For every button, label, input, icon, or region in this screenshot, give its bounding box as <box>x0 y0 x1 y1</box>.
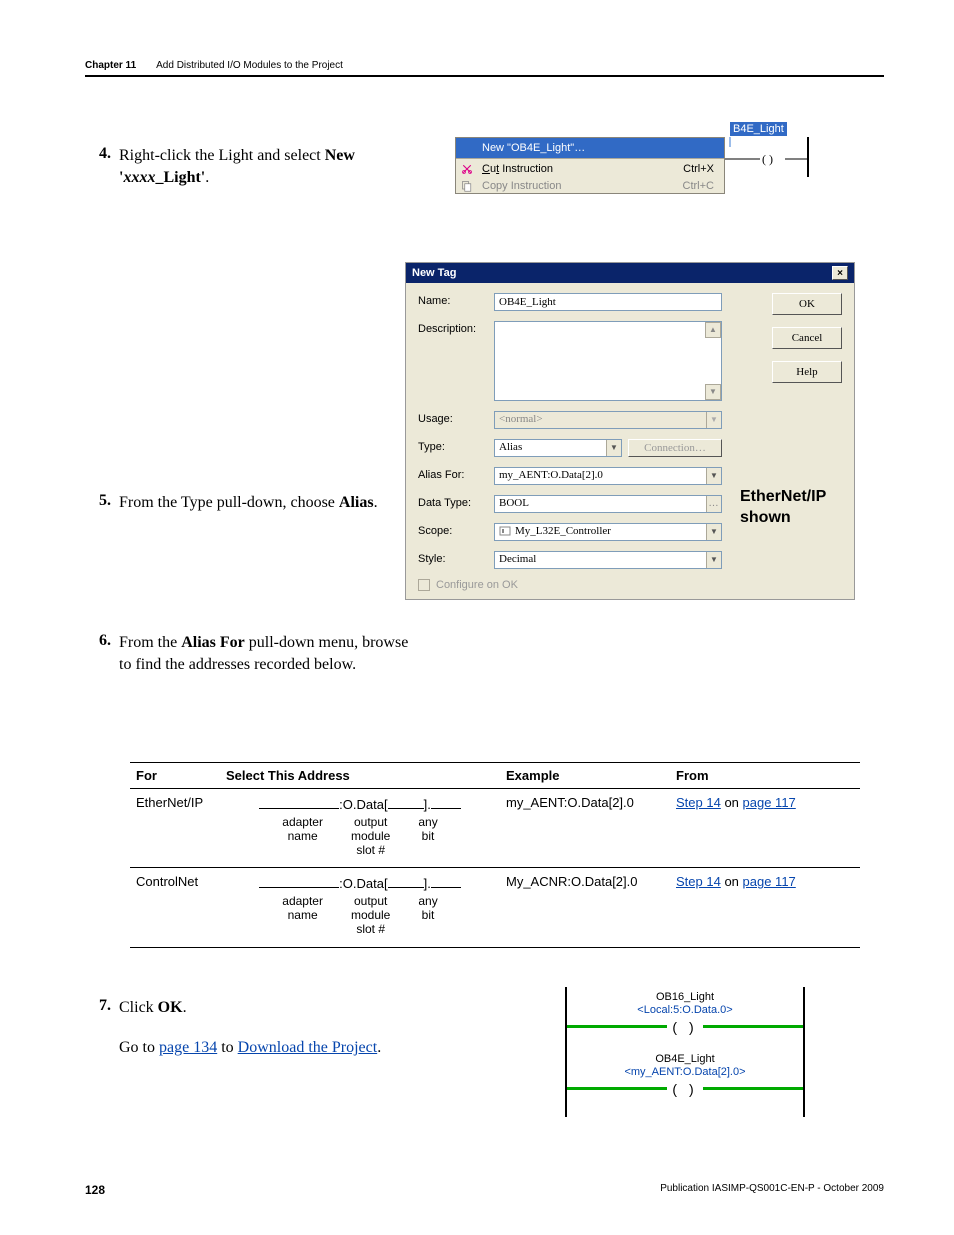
scroll-up-icon: ▲ <box>705 322 721 338</box>
cell-example: my_AENT:O.Data[2].0 <box>500 789 670 868</box>
step-link[interactable]: Step 14 <box>676 874 721 889</box>
ellipsis-icon[interactable]: … <box>706 496 721 512</box>
coil-icon <box>667 1081 703 1095</box>
datatype-field[interactable]: BOOL … <box>494 495 722 513</box>
step-link[interactable]: Step 14 <box>676 795 721 810</box>
usage-label: Usage: <box>418 411 494 425</box>
cell-for: ControlNet <box>130 868 220 947</box>
connection-button: Connection… <box>628 439 722 457</box>
new-tag-dialog: New Tag × OK Cancel Help Name: Descripti… <box>405 262 855 600</box>
checkbox-icon <box>418 579 430 591</box>
chevron-down-icon[interactable]: ▼ <box>706 524 721 540</box>
download-link[interactable]: Download the Project <box>238 1039 378 1056</box>
coil-icon <box>667 1019 703 1033</box>
header-rule <box>85 75 884 77</box>
page-link[interactable]: page 117 <box>743 874 796 889</box>
scope-label: Scope: <box>418 523 494 537</box>
controller-icon <box>499 525 511 537</box>
type-label: Type: <box>418 439 494 453</box>
chevron-down-icon[interactable]: ▼ <box>606 440 621 456</box>
usage-select: <normal>▼ <box>494 411 722 429</box>
col-from: From <box>670 763 860 789</box>
help-button[interactable]: Help <box>772 361 842 383</box>
menu-copy[interactable]: Copy Instruction Ctrl+C <box>456 179 724 193</box>
scope-select[interactable]: My_L32E_Controller ▼ <box>494 523 722 541</box>
close-icon[interactable]: × <box>832 266 848 280</box>
context-menu: New "OB4E_Light"… Cut Instruction Ctrl+X… <box>455 137 725 194</box>
ladder-diagram: OB16_Light <Local:5:O.Data.0> OB4E_Light… <box>565 987 805 1117</box>
datatype-label: Data Type: <box>418 495 494 509</box>
menu-cut[interactable]: Cut Instruction Ctrl+X <box>456 159 724 179</box>
style-select[interactable]: Decimal▼ <box>494 551 722 569</box>
table-row: EtherNet/IP :O.Data[]. adaptername outpu… <box>130 789 860 868</box>
step-6-text: From the Alias For pull-down menu, brows… <box>119 632 419 675</box>
step-5-text: From the Type pull-down, choose Alias. <box>119 492 378 514</box>
ok-button[interactable]: OK <box>772 293 842 315</box>
page-link[interactable]: page 134 <box>159 1039 217 1056</box>
cell-from: Step 14 on page 117 <box>670 868 860 947</box>
step-4-text: Right-click the Light and select New 'xx… <box>119 145 419 188</box>
step-4-number: 4. <box>85 145 119 163</box>
style-label: Style: <box>418 551 494 565</box>
cell-select: :O.Data[]. adaptername outputmoduleslot … <box>220 789 500 868</box>
svg-text:( ): ( ) <box>762 152 773 166</box>
address-table: For Select This Address Example From Eth… <box>130 762 860 948</box>
description-input[interactable]: ▲ ▼ <box>494 321 722 401</box>
cell-for: EtherNet/IP <box>130 789 220 868</box>
name-input[interactable] <box>494 293 722 311</box>
annotation: EtherNet/IP shown <box>740 487 826 529</box>
chevron-down-icon: ▼ <box>706 412 721 428</box>
selected-tag-label: B4E_Light <box>730 122 787 136</box>
ladder-fragment: ( ) <box>720 137 810 177</box>
dialog-title: New Tag <box>412 267 456 279</box>
menu-new-tag[interactable]: New "OB4E_Light"… <box>456 138 724 158</box>
cell-select: :O.Data[]. adaptername outputmoduleslot … <box>220 868 500 947</box>
col-select: Select This Address <box>220 763 500 789</box>
name-label: Name: <box>418 293 494 307</box>
chapter-title: Add Distributed I/O Modules to the Proje… <box>156 60 343 71</box>
step-6-number: 6. <box>85 632 119 650</box>
chevron-down-icon[interactable]: ▼ <box>706 468 721 484</box>
scroll-down-icon: ▼ <box>705 384 721 400</box>
step-7-text: Click OK. <box>119 997 187 1019</box>
configure-on-ok-checkbox: Configure on OK <box>418 579 842 591</box>
col-for: For <box>130 763 220 789</box>
table-row: ControlNet :O.Data[]. adaptername output… <box>130 868 860 947</box>
continuation-text: Go to page 134 to Download the Project. <box>119 1037 381 1059</box>
rung1-tag: OB16_Light <Local:5:O.Data.0> <box>567 991 803 1017</box>
chapter-label: Chapter 11 <box>85 60 136 71</box>
col-example: Example <box>500 763 670 789</box>
scissors-icon <box>460 162 474 176</box>
step-5-number: 5. <box>85 492 119 510</box>
cell-from: Step 14 on page 117 <box>670 789 860 868</box>
cancel-button[interactable]: Cancel <box>772 327 842 349</box>
aliasfor-select[interactable]: my_AENT:O.Data[2].0▼ <box>494 467 722 485</box>
page-link[interactable]: page 117 <box>743 795 796 810</box>
type-select[interactable]: Alias▼ <box>494 439 622 457</box>
cell-example: My_ACNR:O.Data[2].0 <box>500 868 670 947</box>
rung2-tag: OB4E_Light <my_AENT:O.Data[2].0> <box>567 1053 803 1079</box>
description-label: Description: <box>418 321 494 335</box>
step-7-number: 7. <box>85 997 119 1015</box>
publication-info: Publication IASIMP-QS001C-EN-P - October… <box>660 1183 884 1197</box>
page-number: 128 <box>85 1183 105 1197</box>
aliasfor-label: Alias For: <box>418 467 494 481</box>
chevron-down-icon[interactable]: ▼ <box>706 552 721 568</box>
copy-icon <box>460 179 474 193</box>
